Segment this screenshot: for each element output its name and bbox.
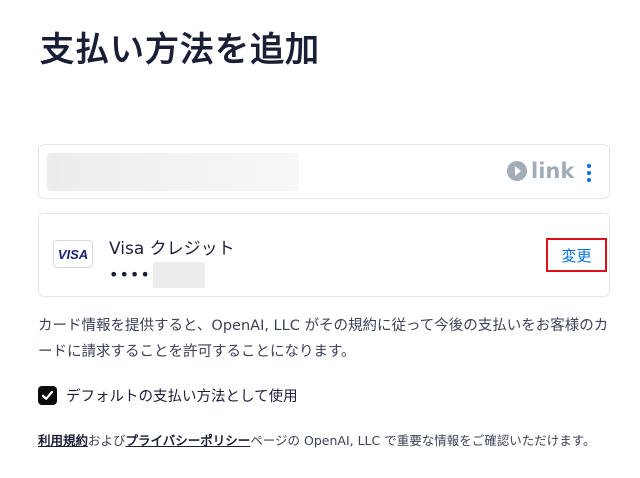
add-payment-method-page: 支払い方法を追加 link VISA Visa クレジット •••• 変更 カー… [0, 0, 640, 478]
default-payment-option[interactable]: デフォルトの支払い方法として使用 [38, 385, 298, 406]
default-checkbox[interactable] [38, 386, 57, 405]
checkmark-icon [41, 390, 54, 400]
consent-text: カード情報を提供すると、OpenAI, LLC がその規約に従って今後の支払いを… [38, 318, 609, 360]
link-arrow-icon [507, 161, 527, 181]
page-title: 支払い方法を追加 [40, 30, 320, 70]
link-account-card[interactable]: link [38, 144, 610, 199]
default-checkbox-label: デフォルトの支払い方法として使用 [66, 389, 298, 405]
card-name: Visa クレジット [109, 239, 235, 259]
saved-card: VISA Visa クレジット •••• 変更 [38, 213, 610, 297]
terms-suffix: ページの OpenAI, LLC で重要な情報をご確認いただけます。 [250, 433, 596, 448]
link-logo: link [507, 159, 574, 183]
card-number-mask: •••• [109, 262, 205, 288]
terms-notice: 利用規約およびプライバシーポリシーページの OpenAI, LLC で重要な情報… [38, 430, 613, 451]
change-button[interactable]: 変更 [546, 238, 607, 272]
link-logo-text: link [531, 159, 575, 183]
terms-link[interactable]: 利用規約 [38, 433, 88, 448]
card-number-redacted [152, 262, 205, 288]
blurred-email [47, 153, 299, 191]
more-vertical-icon[interactable] [583, 162, 595, 184]
visa-logo: VISA [53, 240, 93, 268]
terms-connector: および [88, 433, 126, 448]
privacy-policy-link[interactable]: プライバシーポリシー [126, 433, 251, 448]
card-number-dots: •••• [109, 265, 151, 284]
